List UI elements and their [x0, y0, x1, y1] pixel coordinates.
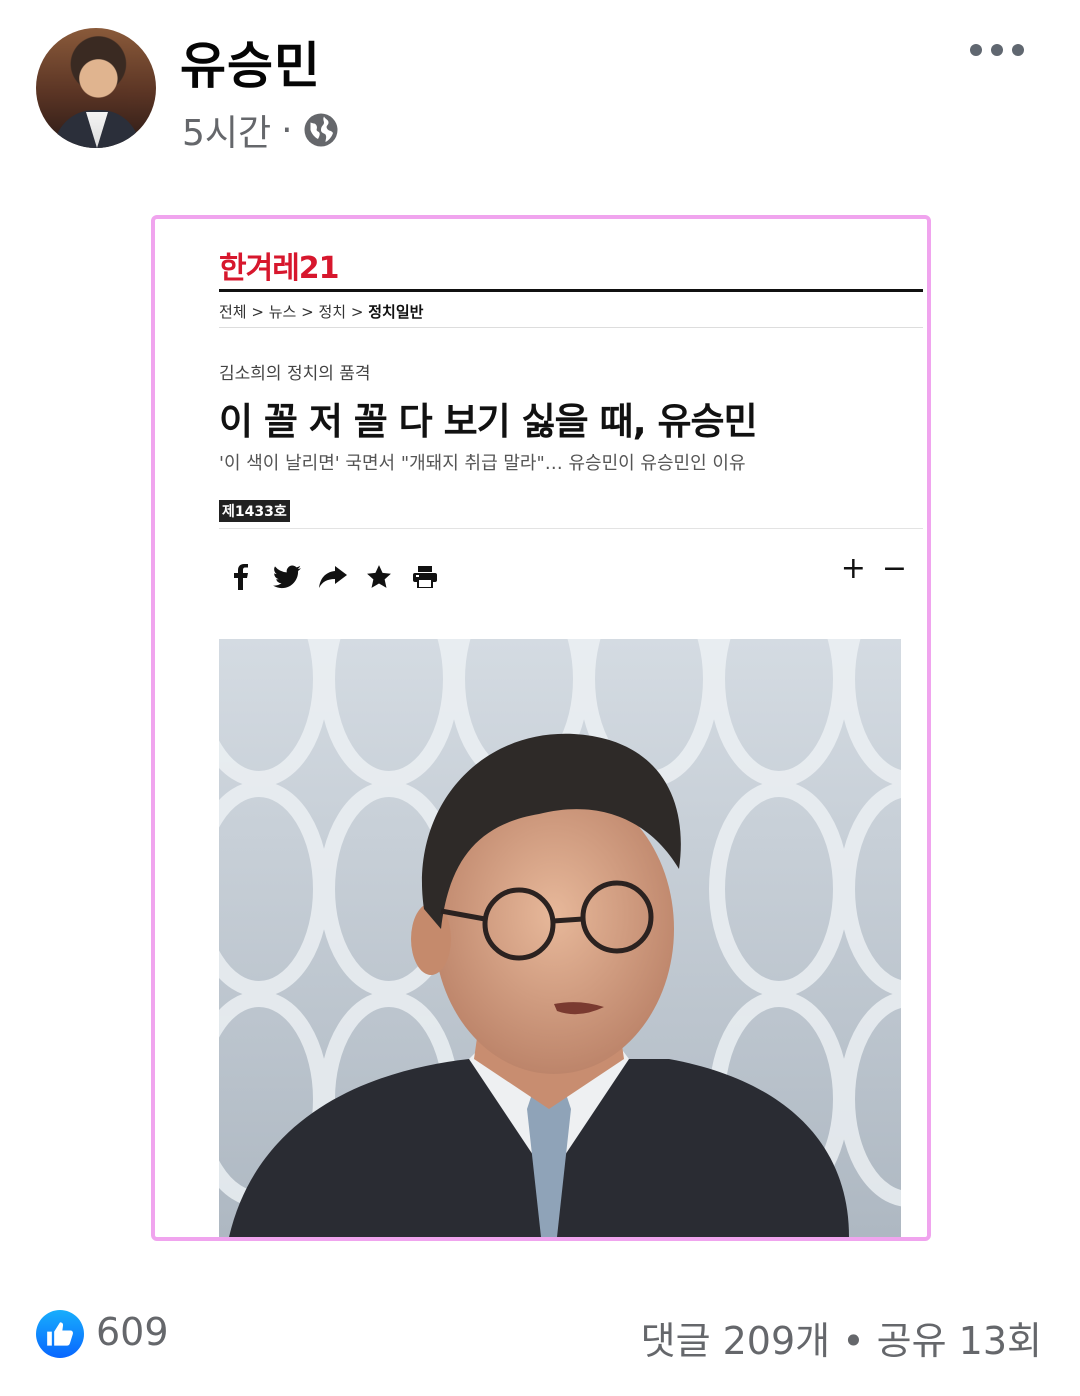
post-header: 유승민 5시간 ·	[0, 0, 1080, 180]
reactions-bar: 609 댓글 209개 • 공유 13회	[0, 1296, 1080, 1376]
share-icon	[319, 563, 347, 591]
font-increase-button: +	[840, 551, 866, 586]
breadcrumb-sep: >	[251, 303, 264, 321]
font-size-controls: + −	[841, 551, 907, 586]
globe-icon	[304, 113, 338, 147]
shared-article-card[interactable]: 한겨레21 전체 > 뉴스 > 정치 > 정치일반 김소희의 정치의 품격 이 …	[151, 215, 931, 1241]
like-reaction-icon[interactable]	[36, 1310, 84, 1358]
divider	[219, 327, 923, 328]
breadcrumb-sep: >	[350, 303, 364, 321]
breadcrumb-item: 정치	[318, 303, 347, 321]
breadcrumb-current: 정치일반	[368, 303, 424, 321]
breadcrumb-sep: >	[301, 303, 314, 321]
share-toolbar	[227, 563, 439, 591]
font-decrease-button: −	[881, 551, 907, 586]
more-options-icon[interactable]	[970, 44, 1024, 56]
facebook-icon	[227, 563, 255, 591]
post-time[interactable]: 5시간	[182, 104, 271, 156]
article-photo-illustration	[219, 639, 901, 1237]
more-dot	[1012, 44, 1024, 56]
print-icon	[411, 563, 439, 591]
star-icon	[365, 563, 393, 591]
breadcrumb-item: 전체	[219, 303, 247, 321]
article-photo	[219, 639, 901, 1237]
breadcrumb: 전체 > 뉴스 > 정치 > 정치일반	[219, 301, 423, 322]
like-count[interactable]: 609	[96, 1310, 169, 1354]
breadcrumb-item: 뉴스	[268, 303, 297, 321]
issue-badge: 제1433호	[219, 500, 290, 522]
article-headline: 이 꼴 저 꼴 다 보기 싫을 때, 유승민	[219, 400, 758, 443]
author-name[interactable]: 유승민	[180, 26, 321, 98]
more-dot	[991, 44, 1003, 56]
post-meta: 5시간 ·	[182, 104, 339, 156]
more-dot	[970, 44, 982, 56]
twitter-icon	[273, 563, 301, 591]
column-name: 김소희의 정치의 품격	[219, 364, 371, 384]
meta-separator: ·	[281, 109, 293, 151]
avatar[interactable]	[36, 28, 156, 148]
publication-logo: 한겨레21	[219, 251, 340, 286]
article-subhead: '이 색이 날리면' 국면서 "개돼지 취급 말라"… 유승민이 유승민인 이유	[219, 453, 746, 474]
comments-shares-count[interactable]: 댓글 209개 • 공유 13회	[641, 1310, 1042, 1365]
divider	[219, 528, 923, 529]
header-rule	[219, 289, 923, 292]
